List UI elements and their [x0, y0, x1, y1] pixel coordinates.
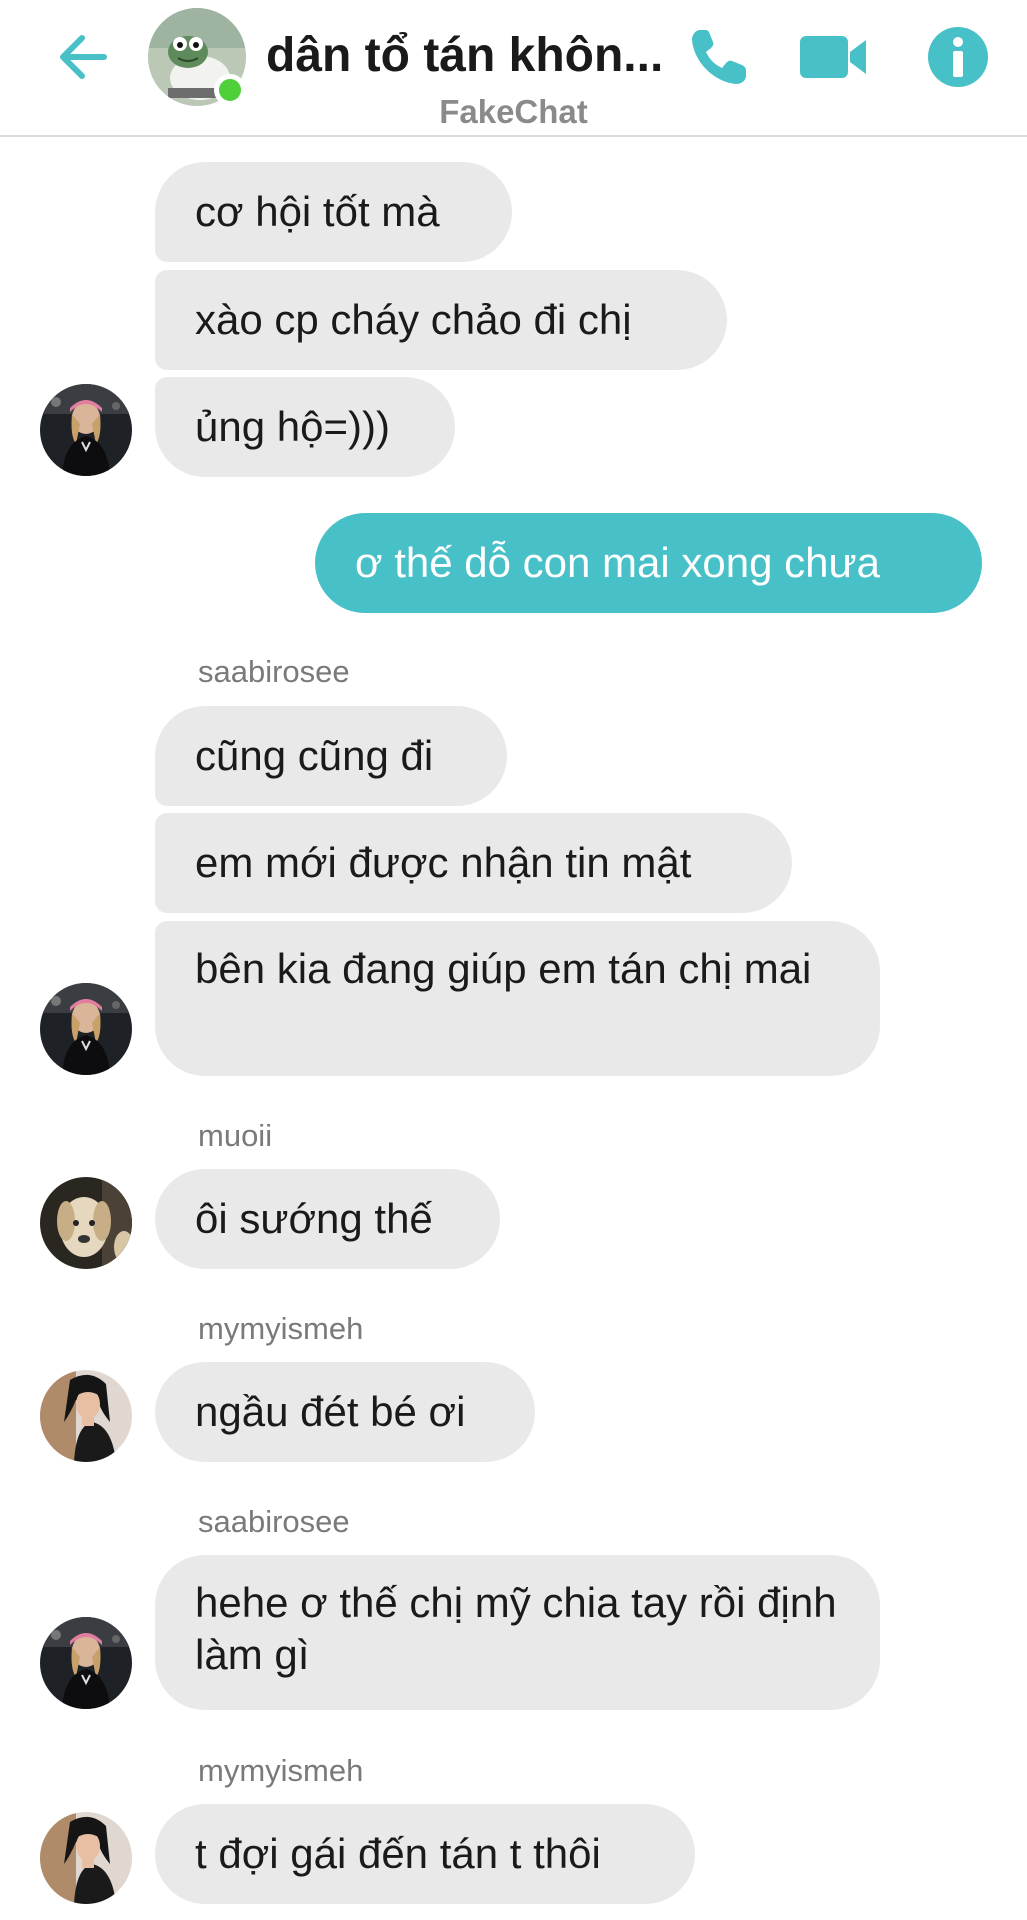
back-button[interactable] [52, 26, 114, 88]
message-text: bên kia đang giúp em tán chị mai [195, 945, 812, 992]
chat-header: dân tổ tán khôn... FakeChat [0, 0, 1027, 137]
chat-subtitle: FakeChat [439, 93, 588, 130]
avatar-mymyismeh[interactable] [40, 1370, 132, 1462]
message-bubble[interactable]: hehe ơ thế chị mỹ chia tay rồi định làm … [155, 1555, 880, 1710]
avatar-image [40, 1177, 132, 1269]
message-text: cũng cũng đi [195, 732, 434, 779]
avatar-image [40, 384, 132, 476]
phone-icon [692, 30, 746, 84]
sender-name: saabirosee [198, 654, 350, 689]
message-list[interactable]: saabirosee cơ hội tốt mà xào cp cháy chả… [0, 0, 1027, 1920]
message-text: t đợi gái đến tán t thôi [195, 1830, 601, 1877]
message-bubble[interactable]: t đợi gái đến tán t thôi [155, 1804, 695, 1904]
info-icon [928, 27, 988, 87]
message-bubble[interactable]: ôi sướng thế [155, 1169, 500, 1269]
arrow-left-icon [60, 35, 107, 79]
sender-name: mymyismeh [198, 1311, 364, 1346]
message-bubble[interactable]: ngầu đét bé ơi [155, 1362, 535, 1462]
message-bubble[interactable]: xào cp cháy chảo đi chị [155, 270, 727, 370]
message-bubble[interactable]: bên kia đang giúp em tán chị mai [155, 921, 880, 1076]
sender-name: mymyismeh [198, 1753, 364, 1788]
avatar-saabirosee[interactable] [40, 384, 132, 476]
message-bubble[interactable]: ủng hộ=))) [155, 377, 455, 477]
avatar-image [40, 1812, 132, 1904]
sender-name: saabirosee [198, 1504, 350, 1539]
avatar-image [40, 983, 132, 1075]
call-button[interactable] [686, 24, 752, 90]
message-bubble[interactable]: em mới được nhận tin mật [155, 813, 792, 913]
message-bubble[interactable]: cũng cũng đi [155, 706, 507, 806]
avatar-saabirosee[interactable] [40, 1617, 132, 1709]
message-text: ôi sướng thế [195, 1195, 433, 1242]
sender-name: muoii [198, 1118, 273, 1153]
outgoing-message-bubble[interactable]: ơ thế dỗ con mai xong chưa [315, 513, 982, 613]
avatar-mymyismeh[interactable] [40, 1812, 132, 1904]
info-button[interactable] [925, 24, 991, 90]
chat-title[interactable]: dân tổ tán khôn... [266, 26, 666, 86]
avatar-muoii[interactable] [40, 1177, 132, 1269]
avatar-saabirosee[interactable] [40, 983, 132, 1075]
video-camera-icon [800, 36, 866, 78]
message-bubble[interactable]: cơ hội tốt mà [155, 162, 512, 262]
message-text: ngầu đét bé ơi [195, 1388, 466, 1435]
message-text: em mới được nhận tin mật [195, 839, 692, 886]
message-text: cơ hội tốt mà [195, 188, 440, 235]
message-text: hehe ơ thế chị mỹ chia tay rồi định làm … [195, 1579, 837, 1678]
message-text: ủng hộ=))) [195, 403, 390, 450]
video-call-button[interactable] [798, 24, 868, 90]
avatar-image [40, 1617, 132, 1709]
message-text: xào cp cháy chảo đi chị [195, 296, 632, 343]
message-text: ơ thế dỗ con mai xong chưa [355, 539, 880, 586]
avatar-image [40, 1370, 132, 1462]
